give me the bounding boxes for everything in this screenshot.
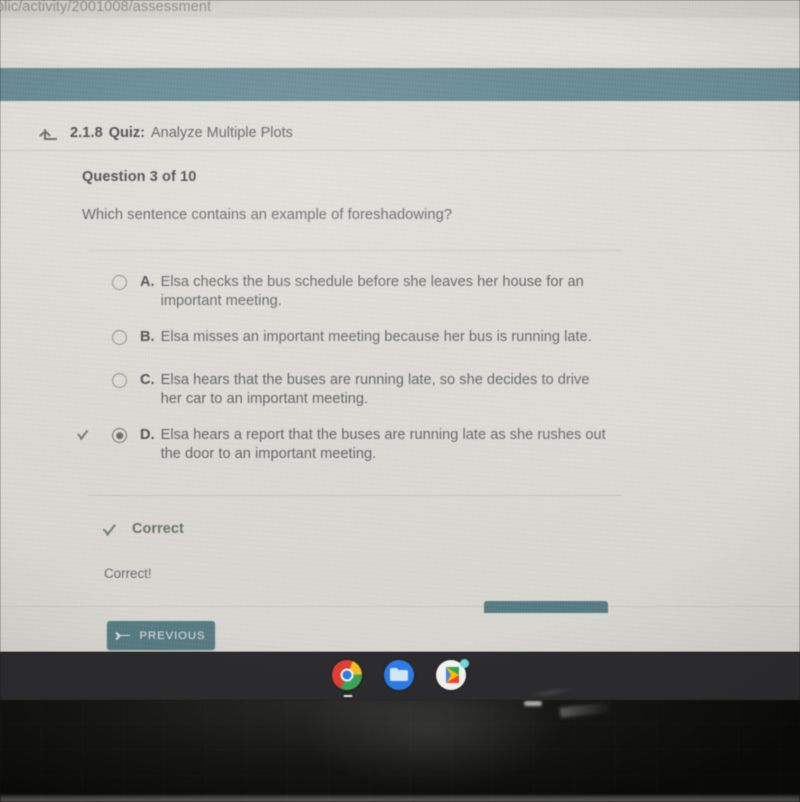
quiz-number: 2.1.8 — [70, 125, 103, 141]
radio-button-c[interactable] — [112, 373, 127, 388]
shelf-icon-row — [0, 652, 800, 700]
options-top-divider — [88, 250, 622, 251]
play-store-badge — [460, 659, 469, 668]
option-b-radio-wrap[interactable] — [97, 328, 127, 345]
chrome-active-indicator — [343, 694, 353, 697]
return-arrow-icon[interactable] — [38, 126, 58, 140]
radio-button-b[interactable] — [112, 330, 127, 345]
feedback-status-label: Correct — [132, 521, 184, 537]
option-a-text: Elsa checks the bus schedule before she … — [160, 274, 584, 309]
answer-options-list: A. Elsa checks the bus schedule before s… — [0, 273, 800, 481]
deck-bottom-lip — [0, 795, 800, 802]
question-prompt: Which sentence contains an example of fo… — [82, 207, 453, 223]
shelf-item-chrome[interactable] — [332, 660, 364, 697]
quiz-label: Quiz: — [108, 125, 145, 141]
footer-divider — [0, 606, 800, 607]
laptop-screen: blic/activity/2001008/assessment 2.1.8 Q… — [0, 0, 800, 652]
quiz-title-row: 2.1.8 Quiz: Analyze Multiple Plots — [0, 117, 800, 149]
option-c-text: Elsa hears that the buses are running la… — [160, 372, 590, 407]
quiz-title: Analyze Multiple Plots — [151, 125, 293, 141]
header-divider — [0, 150, 800, 151]
answer-option-c[interactable]: C. Elsa hears that the buses are running… — [0, 371, 800, 409]
answer-option-d[interactable]: D. Elsa hears a report that the buses ar… — [0, 426, 800, 464]
option-d-letter: D. — [140, 427, 155, 443]
quiz-page: 2.1.8 Quiz: Analyze Multiple Plots Quest… — [0, 101, 800, 652]
checkmark-icon — [102, 522, 121, 537]
option-d-text: Elsa hears a report that the buses are r… — [160, 427, 606, 462]
previous-button-label: PREVIOUS — [139, 629, 206, 642]
answer-option-a[interactable]: A. Elsa checks the bus schedule before s… — [0, 273, 800, 311]
selected-answer-checkmark-icon — [76, 427, 93, 441]
app-header-bar — [0, 68, 800, 101]
options-bottom-divider — [88, 495, 622, 496]
browser-url-bar[interactable]: blic/activity/2001008/assessment — [0, 0, 800, 18]
chrome-icon[interactable] — [332, 660, 362, 690]
radio-button-a[interactable] — [112, 275, 127, 290]
feedback-status-row: Correct — [102, 521, 184, 537]
option-b-text: Elsa misses an important meeting because… — [160, 329, 592, 345]
hinge-glint — [524, 701, 542, 706]
keyboard-deck — [0, 700, 800, 802]
option-c-radio-wrap[interactable] — [97, 371, 127, 388]
chromeos-shelf — [0, 652, 800, 701]
url-text: blic/activity/2001008/assessment — [0, 0, 212, 15]
previous-button[interactable]: PREVIOUS — [107, 621, 215, 650]
next-question-button[interactable] — [484, 601, 608, 613]
option-a-letter: A. — [140, 274, 155, 290]
question-counter: Question 3 of 10 — [82, 169, 197, 185]
option-b-letter: B. — [140, 329, 155, 345]
arrow-left-icon — [115, 630, 131, 642]
radio-button-d[interactable] — [112, 428, 127, 443]
files-folder-icon[interactable] — [384, 660, 414, 690]
browser-chrome-gap — [0, 18, 800, 68]
option-a-radio-wrap[interactable] — [97, 273, 127, 290]
option-d-radio-wrap[interactable] — [76, 426, 127, 443]
feedback-message: Correct! — [104, 566, 152, 581]
answer-option-b[interactable]: B. Elsa misses an important meeting beca… — [0, 328, 800, 354]
shelf-item-files[interactable] — [384, 660, 416, 692]
option-c-letter: C. — [140, 372, 155, 388]
photo-of-chromebook-screen: blic/activity/2001008/assessment 2.1.8 Q… — [0, 0, 800, 802]
shelf-item-play-store[interactable] — [436, 659, 469, 692]
deck-sheen — [300, 700, 560, 790]
